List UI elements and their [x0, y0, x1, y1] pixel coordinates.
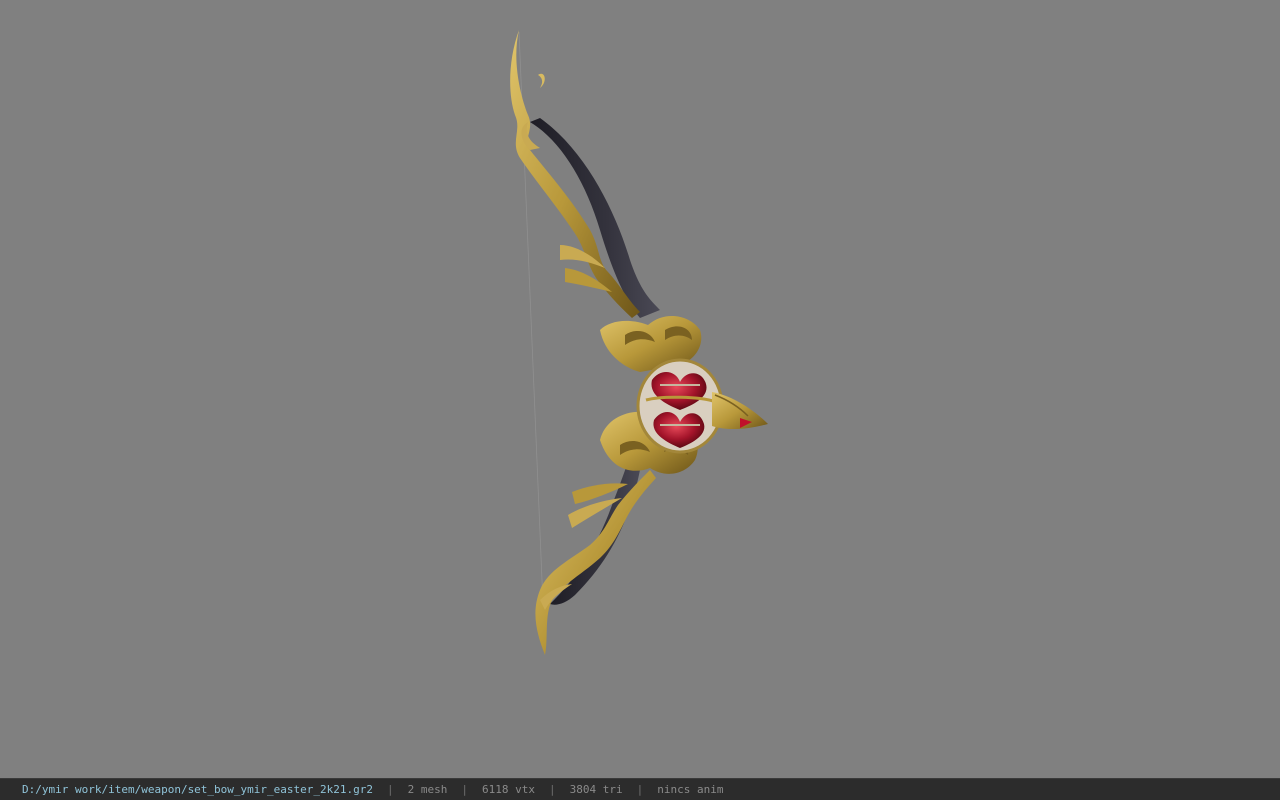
mesh-count: 2 mesh	[407, 783, 448, 796]
status-bar: D:/ymir work/item/weapon/set_bow_ymir_ea…	[0, 778, 1280, 800]
file-path: D:/ymir work/item/weapon/set_bow_ymir_ea…	[22, 783, 373, 796]
vertex-count: 6118 vtx	[482, 783, 535, 796]
separator: |	[548, 783, 556, 796]
3d-viewport[interactable]	[0, 0, 1280, 778]
separator: |	[461, 783, 468, 796]
triangle-count: 3804 tri	[569, 783, 623, 796]
separator: |	[387, 783, 394, 796]
separator: |	[636, 783, 644, 796]
animation-status: nincs anim	[657, 783, 724, 796]
bow-model[interactable]	[0, 0, 1280, 778]
